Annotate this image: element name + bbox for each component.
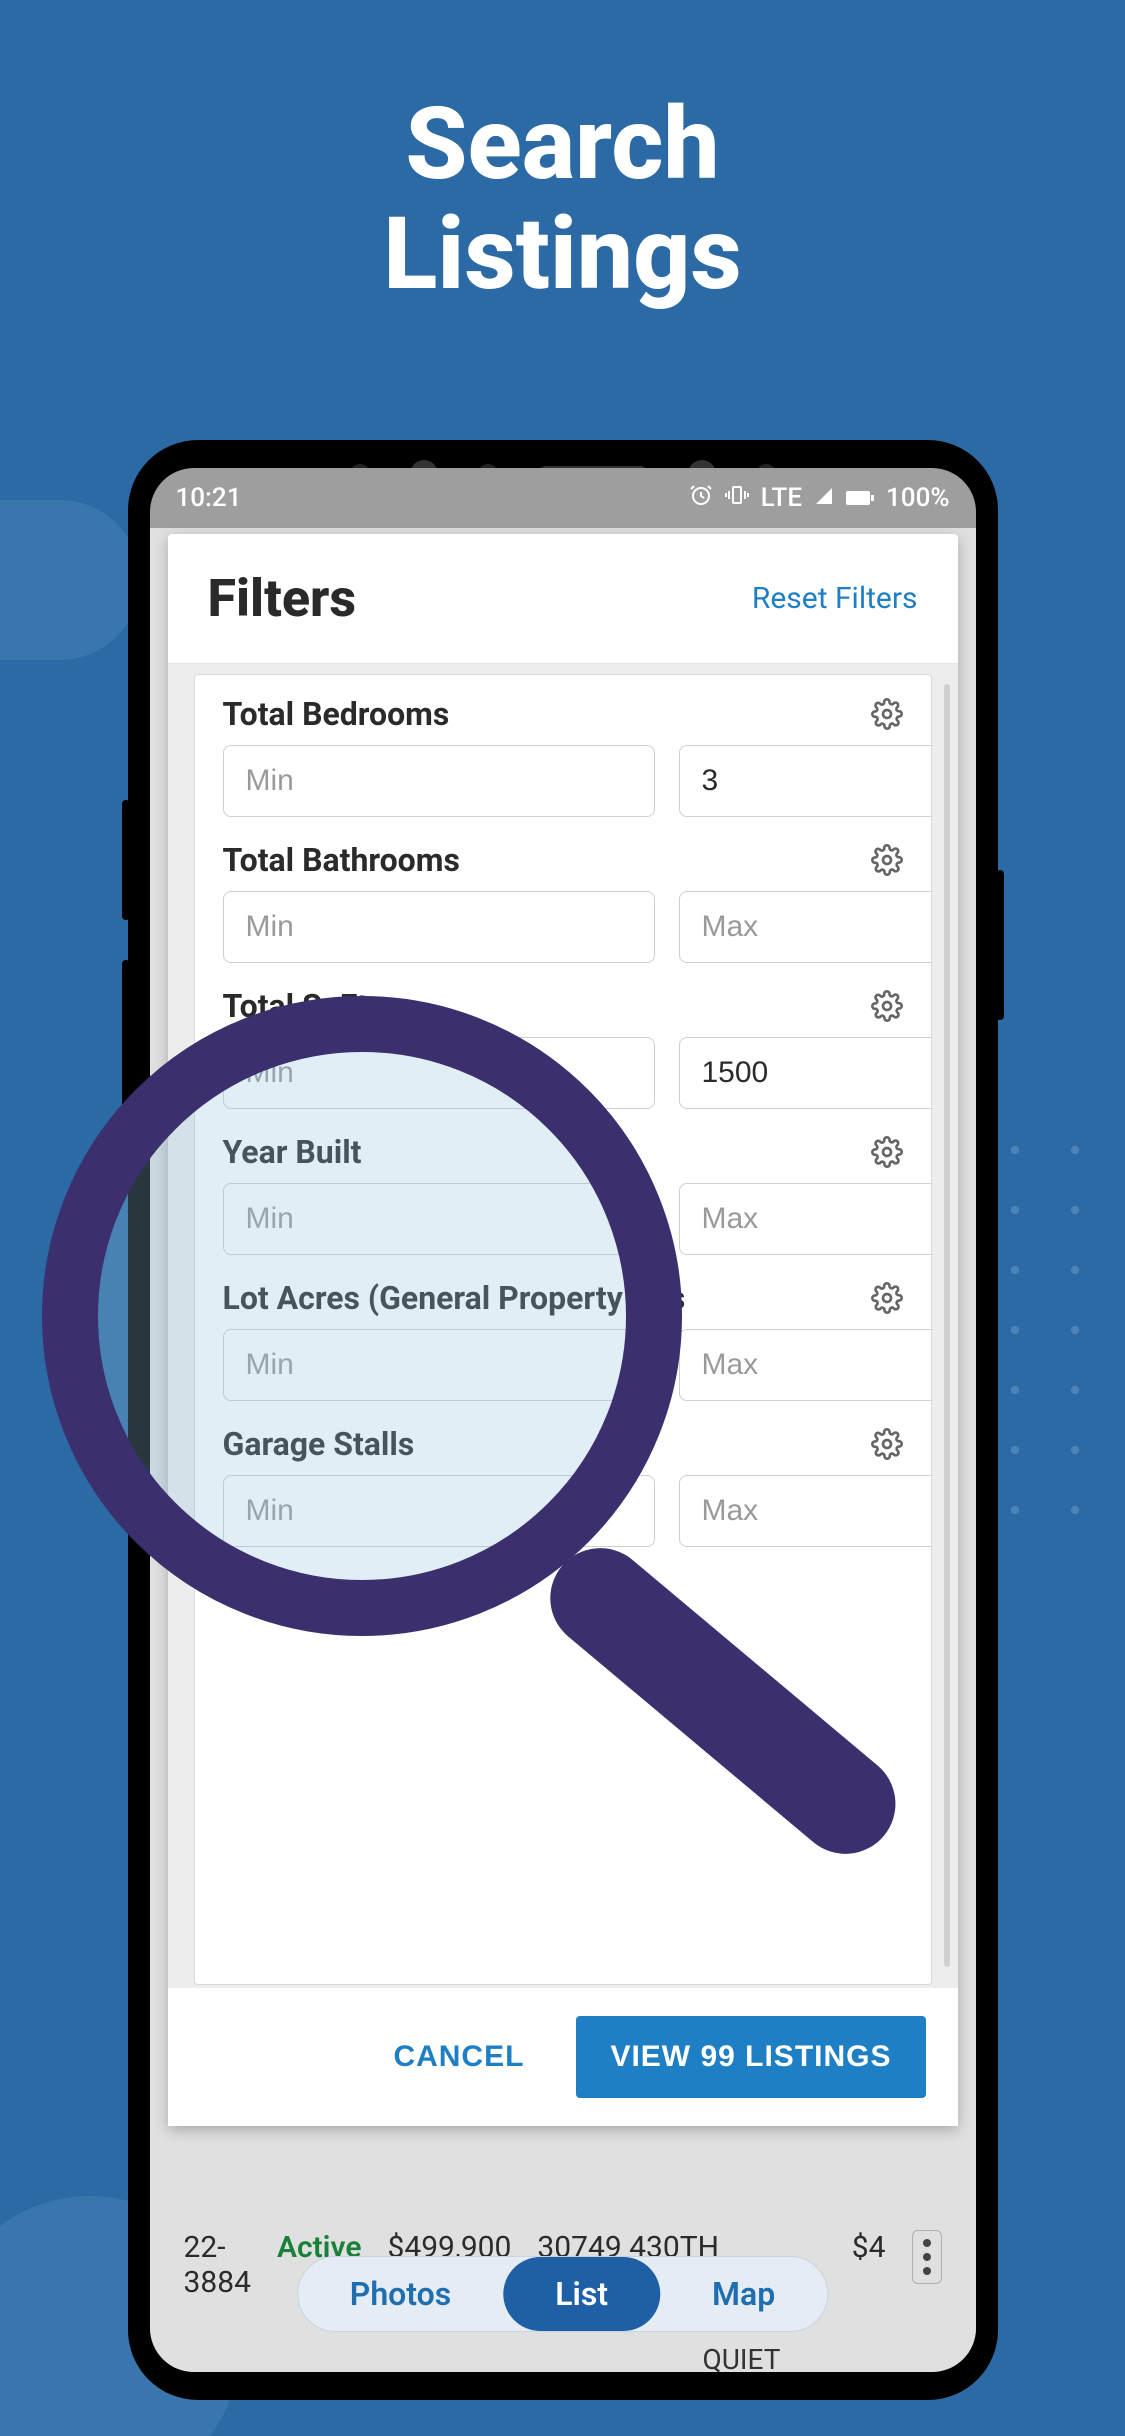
gear-icon[interactable] — [871, 844, 903, 876]
listing-mls: 22-3884 — [184, 2230, 251, 2300]
listing-price2: $4 — [852, 2230, 886, 2265]
garage-max-input[interactable] — [679, 1475, 932, 1547]
gear-icon[interactable] — [871, 1428, 903, 1460]
phone-frame: 10:21 LTE 100% 22 — [128, 440, 998, 2400]
network-label: LTE — [761, 483, 802, 513]
status-time: 10:21 — [176, 483, 242, 513]
garage-label: Garage Stalls — [223, 1425, 415, 1463]
lot-label: Lot Acres (General Property Des — [223, 1279, 686, 1317]
reset-filters-link[interactable]: Reset Filters — [752, 581, 918, 616]
year-max-input[interactable] — [679, 1183, 932, 1255]
bathrooms-max-input[interactable] — [679, 891, 932, 963]
filters-card: Total Bedrooms Total Bathrooms — [194, 674, 932, 1985]
modal-header: Filters Reset Filters — [168, 534, 958, 664]
garage-min-input[interactable] — [223, 1475, 655, 1547]
gear-icon[interactable] — [871, 990, 903, 1022]
sqft-label: Total SqFt. — [223, 987, 378, 1025]
filter-garage-stalls: Garage Stalls — [223, 1425, 903, 1547]
listing-menu-button[interactable] — [912, 2230, 942, 2284]
bedrooms-label: Total Bedrooms — [223, 695, 450, 733]
scrollbar[interactable] — [944, 684, 950, 1967]
year-min-input[interactable] — [223, 1183, 655, 1255]
lot-min-input[interactable] — [223, 1329, 655, 1401]
sqft-max-input[interactable] — [679, 1037, 932, 1109]
view-toggle: Photos List Map — [297, 2256, 828, 2332]
tab-photos[interactable]: Photos — [298, 2257, 503, 2331]
bedrooms-max-input[interactable] — [679, 745, 932, 817]
modal-body: Total Bedrooms Total Bathrooms — [168, 664, 958, 1987]
bathrooms-min-input[interactable] — [223, 891, 655, 963]
tab-list[interactable]: List — [503, 2257, 660, 2331]
gear-icon[interactable] — [871, 698, 903, 730]
signal-icon — [814, 483, 834, 513]
filters-modal: Filters Reset Filters Total Bedrooms — [168, 534, 958, 2126]
status-bar: 10:21 LTE 100% — [150, 468, 976, 528]
year-label: Year Built — [223, 1133, 362, 1171]
gear-icon[interactable] — [871, 1282, 903, 1314]
filter-year-built: Year Built — [223, 1133, 903, 1255]
tab-map[interactable]: Map — [660, 2257, 827, 2331]
screen: 10:21 LTE 100% 22 — [150, 468, 976, 2372]
cancel-button[interactable]: CANCEL — [369, 2016, 548, 2098]
hero-line2: Listings — [0, 200, 1125, 310]
hero-line1: Search — [0, 90, 1125, 200]
alarm-icon — [689, 483, 713, 514]
sqft-min-input[interactable] — [223, 1037, 655, 1109]
bedrooms-min-input[interactable] — [223, 745, 655, 817]
battery-label: 100% — [886, 483, 949, 513]
view-listings-button[interactable]: VIEW 99 LISTINGS — [576, 2016, 925, 2098]
filter-lot-acres: Lot Acres (General Property Des — [223, 1279, 903, 1401]
modal-title: Filters — [208, 568, 357, 629]
listing-quiet: QUIET — [703, 2343, 781, 2372]
filter-sqft: Total SqFt. — [223, 987, 903, 1109]
modal-footer: CANCEL VIEW 99 LISTINGS — [168, 1987, 958, 2126]
battery-icon — [846, 483, 874, 513]
bathrooms-label: Total Bathrooms — [223, 841, 460, 879]
hero-title: Search Listings — [0, 0, 1125, 310]
filter-bathrooms: Total Bathrooms — [223, 841, 903, 963]
gear-icon[interactable] — [871, 1136, 903, 1168]
lot-max-input[interactable] — [679, 1329, 932, 1401]
filter-bedrooms: Total Bedrooms — [223, 695, 903, 817]
vibrate-icon — [725, 483, 749, 514]
